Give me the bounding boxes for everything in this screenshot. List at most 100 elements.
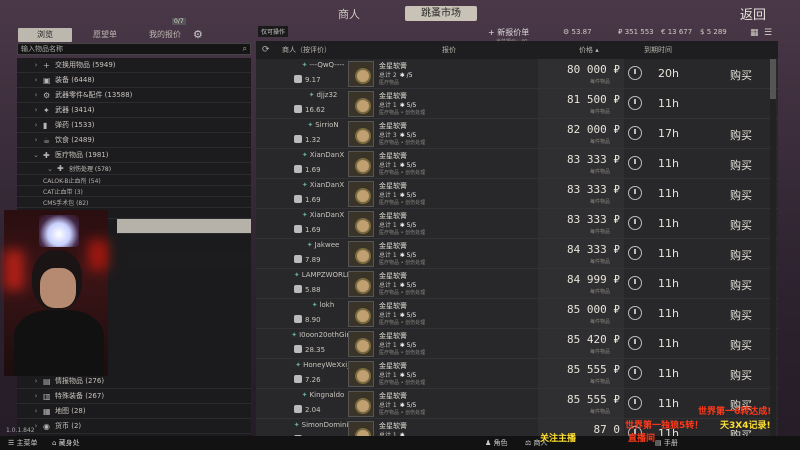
price-cell: 80 000 ₽ 每件物品	[538, 59, 624, 88]
price-cell: 81 500 ₽ 每件物品	[538, 89, 624, 118]
tab-trader[interactable]: 商人	[338, 6, 360, 22]
item-thumbnail[interactable]	[348, 91, 374, 117]
category-item[interactable]: › ☕ 饮食 (2489)	[17, 133, 251, 148]
item-quantity: 总计 1 ✱ 5/5	[379, 282, 417, 289]
chevron-right-icon[interactable]: ›	[31, 121, 41, 129]
category-item[interactable]: › ▤ 情报物品 (276)	[17, 374, 251, 389]
offer-row: ✦ lokh 8.90 金星软膏 总计 1 ✱ 5/5 医疗物品 • 创伤处理 85 000 …	[256, 299, 778, 329]
price-per-item: 每件物品	[589, 229, 610, 235]
item-thumbnail[interactable]	[348, 271, 374, 297]
rating-icon	[294, 315, 302, 323]
item-thumbnail[interactable]	[348, 241, 374, 267]
category-item[interactable]: CMS手术包 (82)	[17, 197, 251, 208]
buy-button[interactable]: 购买	[711, 277, 771, 293]
category-item[interactable]: › ▥ 特殊装备 (267)	[17, 389, 251, 404]
category-item[interactable]: › ▮ 弹药 (1533)	[17, 118, 251, 133]
price-cell: 84 333 ₽ 每件物品	[538, 239, 624, 268]
offer-price: 84 333 ₽	[567, 243, 620, 256]
chevron-right-icon[interactable]: ›	[31, 136, 41, 144]
category-item[interactable]: CALOK-B止血剂 (54)	[17, 175, 251, 186]
col-trader[interactable]: 商人（按评价）	[282, 45, 331, 55]
item-thumbnail[interactable]	[348, 181, 374, 207]
handbook-button[interactable]: ▤ 手册	[655, 438, 678, 448]
category-label: 饮食 (2489)	[55, 136, 95, 144]
offer-price: 81 500 ₽	[567, 93, 620, 106]
chevron-right-icon[interactable]: ›	[31, 392, 41, 400]
category-item[interactable]: ⌄ ✚ 创伤处理 (578)	[17, 163, 251, 175]
item-category: 医疗物品 • 创伤处理	[379, 290, 426, 296]
chevron-right-icon[interactable]: ›	[31, 106, 41, 114]
col-expires[interactable]: 到期时间	[644, 45, 672, 55]
category-item[interactable]: › ▦ 地图 (28)	[17, 404, 251, 419]
buy-button[interactable]: 购买	[711, 337, 771, 353]
chevron-right-icon[interactable]: ›	[31, 76, 41, 84]
clock-icon	[628, 366, 642, 380]
character-button[interactable]: ♟ 角色	[485, 438, 508, 448]
list-view-icon[interactable]: ☰	[764, 28, 772, 38]
search-icon[interactable]: ⌕	[243, 44, 247, 54]
item-thumbnail[interactable]	[348, 391, 374, 417]
price-per-item: 每件物品	[589, 79, 610, 85]
offers-scrollbar[interactable]	[770, 59, 776, 436]
chevron-down-icon[interactable]: ⌄	[45, 165, 55, 173]
price-per-item: 每件物品	[589, 169, 610, 175]
buy-button[interactable]: 购买	[711, 157, 771, 173]
item-thumbnail[interactable]	[348, 151, 374, 177]
tab-flea-market[interactable]: 跳蚤市场	[405, 6, 477, 21]
category-item[interactable]: › ⚙ 武器零件&配件 (13588)	[17, 88, 251, 103]
offer-price: 85 555 ₽	[567, 363, 620, 376]
grid-view-icon[interactable]: ▦	[750, 28, 759, 38]
buy-button[interactable]: 购买	[711, 67, 771, 83]
scrollbar-thumb[interactable]	[770, 59, 776, 99]
refresh-icon[interactable]: ⟳	[262, 45, 270, 55]
hideout-button[interactable]: ⌂ 藏身处	[52, 438, 80, 448]
item-thumbnail[interactable]	[348, 301, 374, 327]
offer-price: 85 420 ₽	[567, 333, 620, 346]
gear-icon[interactable]: ⚙	[193, 28, 203, 41]
chevron-down-icon[interactable]: ⌄	[31, 151, 41, 159]
overlay-line-4: 关注主播	[540, 434, 577, 444]
chevron-right-icon[interactable]: ›	[31, 407, 41, 415]
can-operate-filter[interactable]: 仅可操作	[258, 26, 289, 37]
category-item[interactable]: CAT止血带 (3)	[17, 186, 251, 197]
buy-button[interactable]: 购买	[711, 367, 771, 383]
item-thumbnail[interactable]	[348, 61, 374, 87]
item-thumbnail[interactable]	[348, 361, 374, 387]
item-quantity: 总计 1 ✱ 5/5	[379, 162, 417, 169]
category-icon: ◉	[43, 421, 50, 431]
chevron-right-icon[interactable]: ›	[31, 377, 41, 385]
item-thumbnail[interactable]	[348, 121, 374, 147]
search-input[interactable]: 输入物品名称 ⌕	[17, 43, 251, 55]
main-menu-button[interactable]: ☰ 主菜单	[8, 438, 38, 448]
price-per-item: 每件物品	[589, 409, 610, 415]
category-item[interactable]: › ◉ 货币 (2)	[17, 419, 251, 434]
buy-button[interactable]: 购买	[711, 307, 771, 323]
chevron-right-icon[interactable]: ›	[31, 61, 41, 69]
buy-button[interactable]: 购买	[711, 127, 771, 143]
buy-button[interactable]: 购买	[711, 187, 771, 203]
category-item[interactable]: › ✦ 武器 (3414)	[17, 103, 251, 118]
item-quantity: 总计 1 ✱ 5/5	[379, 402, 417, 409]
clock-icon	[628, 396, 642, 410]
reputation-value: ⚙ 53.87	[563, 28, 592, 36]
trader-status-icon: ✦	[308, 91, 315, 99]
item-quantity: 总计 1 ✱ 5/5	[379, 252, 417, 259]
back-button[interactable]: 返回	[740, 4, 766, 23]
tab-browse[interactable]: 浏览	[18, 28, 72, 42]
col-price[interactable]: 价格 ▴	[579, 45, 599, 55]
category-label: 货币 (2)	[55, 422, 82, 430]
category-item[interactable]: ⌄ ✚ 医疗物品 (1981)	[17, 148, 251, 163]
price-per-item: 每件物品	[589, 349, 610, 355]
item-thumbnail[interactable]	[348, 331, 374, 357]
tab-wishlist[interactable]: 愿望单	[78, 28, 132, 42]
offer-expires: 17h	[658, 127, 679, 140]
category-item[interactable]: › ▣ 装备 (6448)	[17, 73, 251, 88]
buy-button[interactable]: 购买	[711, 217, 771, 233]
item-thumbnail[interactable]	[348, 211, 374, 237]
buy-button[interactable]: 购买	[711, 247, 771, 263]
chevron-right-icon[interactable]: ›	[31, 91, 41, 99]
tab-my-offers[interactable]: 我的报价	[138, 28, 192, 42]
category-item[interactable]: › + 交换用物品 (5949)	[17, 58, 251, 73]
selected-category[interactable]	[117, 219, 251, 234]
price-per-item: 每件物品	[589, 259, 610, 265]
